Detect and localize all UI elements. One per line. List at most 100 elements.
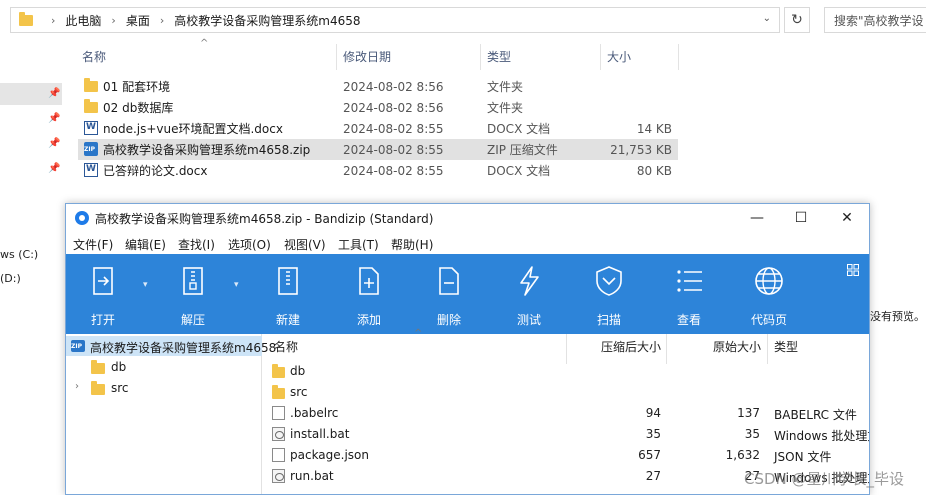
new-archive-button[interactable]: 新建 xyxy=(251,254,325,334)
add-icon xyxy=(359,267,379,295)
item-name: db xyxy=(290,364,306,378)
window-title: 高校教学设备采购管理系统m4658.zip - Bandizip (Standa… xyxy=(95,212,434,226)
item-name: run.bat xyxy=(290,469,334,483)
column-divider[interactable] xyxy=(480,44,481,70)
file-icon xyxy=(272,448,285,462)
menu-edit[interactable]: 编辑(E) xyxy=(125,236,166,253)
column-divider[interactable] xyxy=(600,44,601,70)
file-name: 02 db数据库 xyxy=(103,101,174,115)
file-row[interactable]: 02 db数据库 2024-08-02 8:56 文件夹 xyxy=(78,97,678,118)
search-input[interactable]: 搜索"高校教学设 xyxy=(824,7,926,33)
toolbar-label: 代码页 xyxy=(750,313,787,327)
zip-icon xyxy=(84,142,98,156)
close-button[interactable]: ✕ xyxy=(824,206,869,230)
folder-icon xyxy=(91,381,105,395)
batch-file-icon xyxy=(272,427,285,441)
title-bar[interactable]: 高校教学设备采购管理系统m4658.zip - Bandizip (Standa… xyxy=(66,204,869,232)
codepage-button[interactable]: 代码页 xyxy=(732,254,806,334)
menu-find[interactable]: 查找(I) xyxy=(178,236,215,253)
list-item[interactable]: src xyxy=(266,382,869,403)
column-divider[interactable] xyxy=(678,44,679,70)
menu-help[interactable]: 帮助(H) xyxy=(391,236,433,253)
file-row[interactable]: node.js+vue环境配置文档.docx 2024-08-02 8:55 D… xyxy=(78,118,678,139)
column-divider[interactable] xyxy=(566,334,567,364)
chevron-down-icon[interactable]: ⌄ xyxy=(763,13,771,24)
column-header-size[interactable]: 大小 xyxy=(607,42,631,70)
delete-button[interactable]: 删除 xyxy=(412,254,486,334)
tree-item-src[interactable]: › src xyxy=(66,378,262,398)
list-item[interactable]: db xyxy=(266,361,869,382)
file-size: 21,753 KB xyxy=(610,142,672,157)
file-size: 14 KB xyxy=(636,121,672,136)
tree-item-db[interactable]: db xyxy=(66,357,262,377)
file-row[interactable]: 已答辩的论文.docx 2024-08-02 8:55 DOCX 文档 80 K… xyxy=(78,160,678,181)
menu-tools[interactable]: 工具(T) xyxy=(338,236,379,253)
nav-drive-d[interactable]: (D:) xyxy=(0,272,21,285)
layout-grid-icon[interactable] xyxy=(847,264,859,276)
maximize-button[interactable]: ☐ xyxy=(778,206,824,230)
explorer-address-row: › 此电脑 › 桌面 › 高校教学设备采购管理系统m4658 ⌄ ↻ 搜索"高校… xyxy=(0,0,926,40)
zip-icon xyxy=(71,340,85,352)
file-name: 高校教学设备采购管理系统m4658.zip xyxy=(103,143,311,157)
folder-icon xyxy=(84,78,98,92)
list-item[interactable]: install.bat 35 35 Windows 批处理文 xyxy=(266,424,869,445)
open-icon xyxy=(93,267,113,295)
globe-icon xyxy=(755,267,783,295)
tree-item-label: db xyxy=(111,360,127,374)
file-date: 2024-08-02 8:56 xyxy=(343,100,444,115)
add-button[interactable]: 添加 xyxy=(332,254,406,334)
column-divider[interactable] xyxy=(666,334,667,364)
file-name: node.js+vue环境配置文档.docx xyxy=(103,122,283,136)
open-button[interactable]: 打开 xyxy=(66,254,140,334)
column-header-type[interactable]: 类型 xyxy=(487,42,511,70)
file-row-selected[interactable]: 高校教学设备采购管理系统m4658.zip 2024-08-02 8:55 ZI… xyxy=(78,139,678,160)
refresh-button[interactable]: ↻ xyxy=(784,7,810,33)
extract-button[interactable]: 解压 xyxy=(156,254,230,334)
pin-icon: 📌 xyxy=(48,113,61,124)
list-header-packed[interactable]: 压缩后大小 xyxy=(601,338,661,355)
item-type: JSON 文件 xyxy=(774,450,832,464)
column-header-date[interactable]: 修改日期 xyxy=(343,42,391,70)
chevron-right-icon: › xyxy=(159,13,165,27)
breadcrumb-current-folder[interactable]: 高校教学设备采购管理系统m4658 xyxy=(174,12,360,29)
file-icon xyxy=(272,406,285,420)
list-item[interactable]: package.json 657 1,632 JSON 文件 xyxy=(266,445,869,466)
nav-drive-c[interactable]: ws (C:) xyxy=(0,248,38,261)
column-header-name[interactable]: 名称 xyxy=(82,42,106,70)
menu-view[interactable]: 视图(V) xyxy=(284,236,326,253)
file-type: DOCX 文档 xyxy=(487,164,551,178)
breadcrumb-desktop[interactable]: 桌面 xyxy=(126,12,150,29)
chevron-down-icon[interactable]: ▾ xyxy=(143,280,148,290)
list-header-type[interactable]: 类型 xyxy=(774,338,798,355)
folder-icon xyxy=(272,364,285,378)
toolbar-label: 扫描 xyxy=(596,313,621,327)
scan-button[interactable]: 扫描 xyxy=(572,254,646,334)
breadcrumb-this-pc[interactable]: 此电脑 xyxy=(65,12,101,29)
toolbar-label: 新建 xyxy=(275,313,300,327)
docx-icon xyxy=(84,121,98,135)
file-row[interactable]: 01 配套环境 2024-08-02 8:56 文件夹 xyxy=(78,76,678,97)
tree-root-archive[interactable]: 高校教学设备采购管理系统m4658 xyxy=(66,336,276,356)
list-header-original[interactable]: 原始大小 xyxy=(713,338,761,355)
list-view-icon xyxy=(677,270,702,292)
minimize-button[interactable]: — xyxy=(734,206,780,230)
item-name: src xyxy=(290,385,308,399)
file-type: 文件夹 xyxy=(487,80,524,94)
maximize-icon: ☐ xyxy=(794,210,808,226)
address-bar[interactable]: › 此电脑 › 桌面 › 高校教学设备采购管理系统m4658 ⌄ xyxy=(10,7,780,33)
column-divider[interactable] xyxy=(336,44,337,70)
folder-icon xyxy=(91,360,105,374)
menu-options[interactable]: 选项(O) xyxy=(228,236,271,253)
test-button[interactable]: 测试 xyxy=(492,254,566,334)
chevron-down-icon[interactable]: ▾ xyxy=(234,280,239,290)
file-type: ZIP 压缩文件 xyxy=(487,143,558,157)
item-type: BABELRC 文件 xyxy=(774,408,857,422)
test-icon xyxy=(520,266,539,296)
menu-file[interactable]: 文件(F) xyxy=(73,236,113,253)
file-type: 文件夹 xyxy=(487,101,524,115)
column-divider[interactable] xyxy=(767,334,768,364)
chevron-right-icon[interactable]: › xyxy=(75,381,79,392)
list-header-name[interactable]: 名称 xyxy=(274,338,298,355)
view-button[interactable]: 查看 xyxy=(652,254,726,334)
list-item[interactable]: .babelrc 94 137 BABELRC 文件 xyxy=(266,403,869,424)
